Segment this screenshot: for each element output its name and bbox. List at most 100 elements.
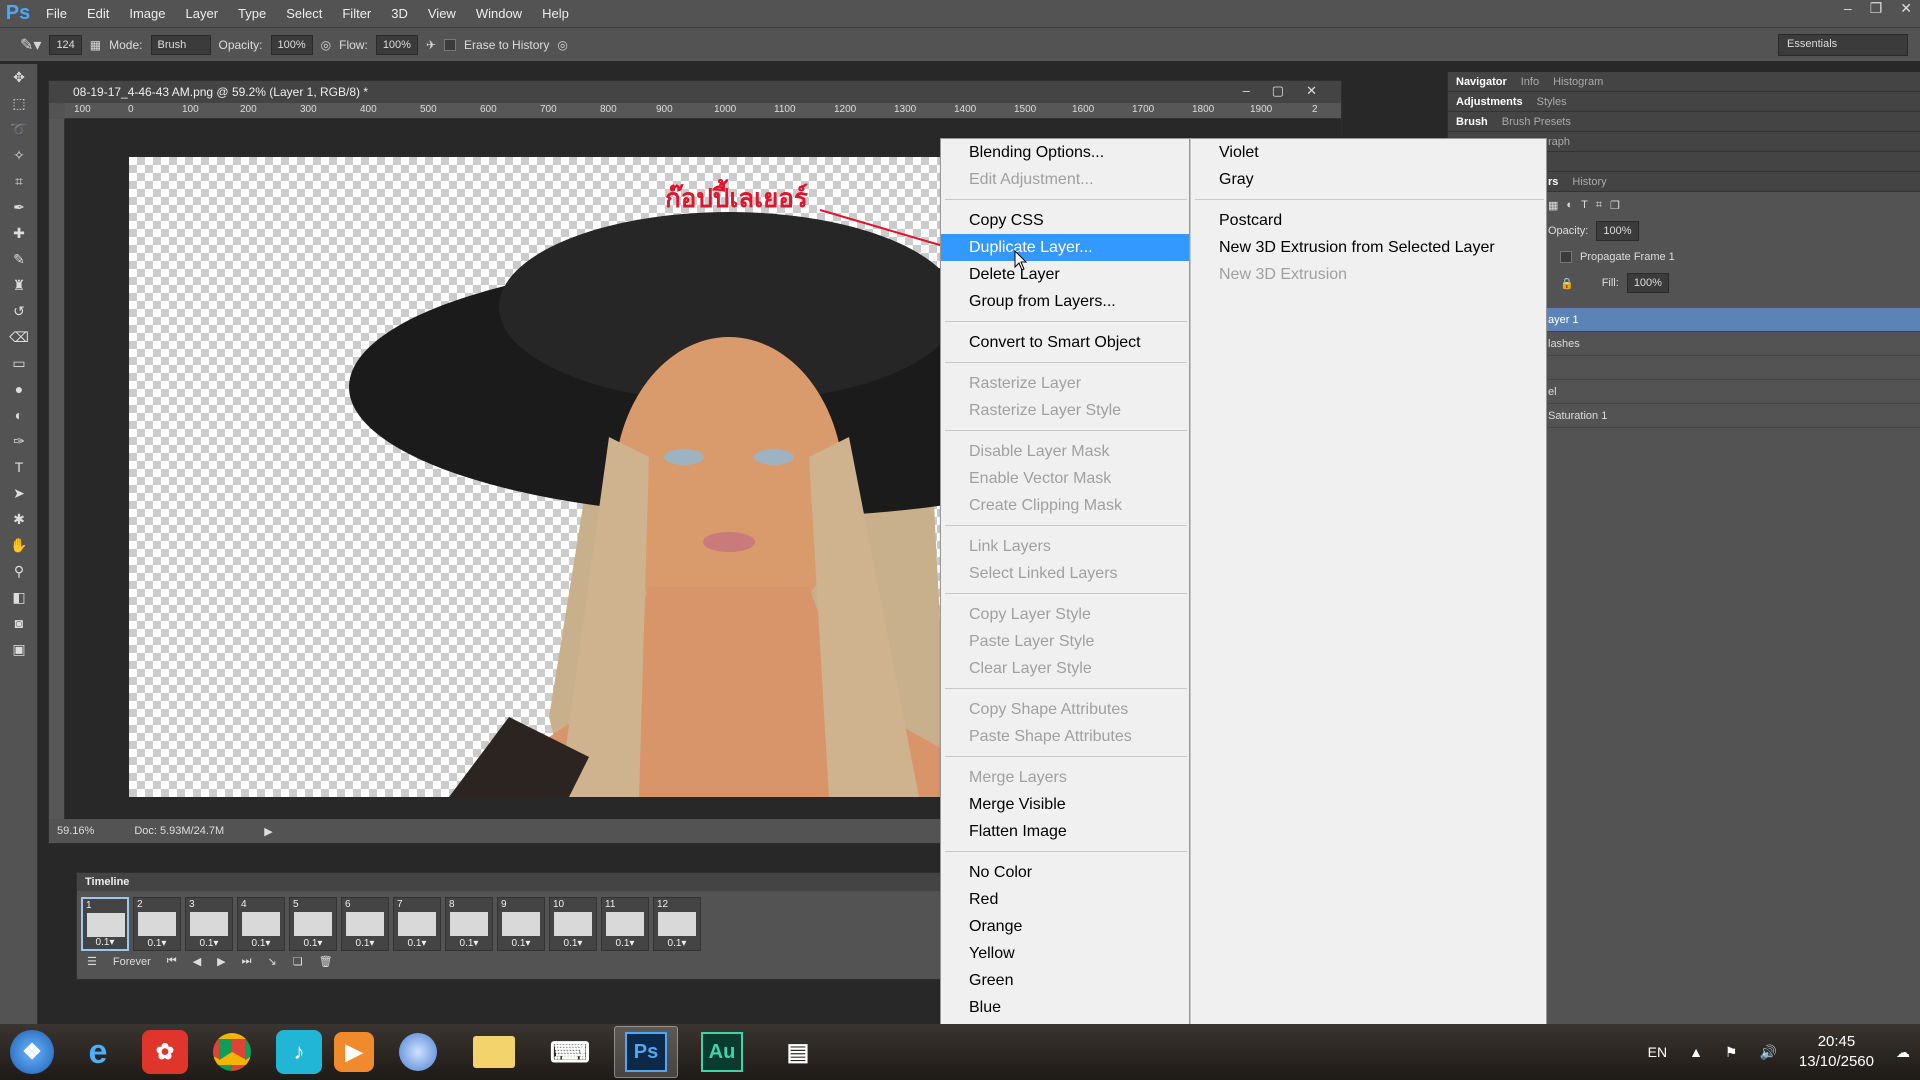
action-center-icon[interactable]: ⚑: [1725, 1044, 1738, 1061]
shape-tool-icon[interactable]: ✱: [0, 506, 38, 532]
timeline-frame[interactable]: 12 0.1▾: [653, 897, 701, 951]
timeline-frame[interactable]: 8 0.1▾: [445, 897, 493, 951]
menu-3d[interactable]: 3D: [381, 6, 418, 21]
timeline-frame[interactable]: 4 0.1▾: [237, 897, 285, 951]
browser-icon[interactable]: [386, 1026, 450, 1078]
menu-delete-layer[interactable]: Delete Layer: [941, 261, 1189, 288]
doc-size[interactable]: Doc: 5.93M/24.7M: [134, 825, 224, 837]
audition-taskbar-icon[interactable]: Au: [690, 1026, 754, 1078]
tween-icon[interactable]: ↘: [268, 955, 277, 968]
stamp-tool-icon[interactable]: ♜: [0, 272, 38, 298]
tray-expand-icon[interactable]: ▲: [1689, 1044, 1703, 1060]
frame-duration[interactable]: 0.1▾: [498, 938, 544, 949]
gradient-tool-icon[interactable]: ▭: [0, 350, 38, 376]
menu-new-3d-extrusion[interactable]: New 3D Extrusion: [1191, 261, 1546, 288]
menu-rasterize-layer-style[interactable]: Rasterize Layer Style: [941, 397, 1189, 424]
tab-history[interactable]: History: [1572, 176, 1606, 188]
menu-color-none[interactable]: No Color: [941, 859, 1189, 886]
frame-duration[interactable]: 0.1▾: [186, 938, 232, 949]
frame-duration[interactable]: 0.1▾: [654, 938, 700, 949]
color-swatches-icon[interactable]: ◧: [0, 584, 38, 610]
menu-image[interactable]: Image: [119, 6, 175, 21]
tab-styles[interactable]: Styles: [1537, 96, 1567, 108]
game-app-icon[interactable]: ▤: [766, 1026, 830, 1078]
airbrush-icon[interactable]: ✈: [426, 38, 436, 52]
first-frame-icon[interactable]: ⏮: [167, 955, 177, 968]
keyboard-app-icon[interactable]: ⌨: [538, 1026, 602, 1078]
filter-smart-icon[interactable]: ❐: [1610, 199, 1620, 212]
menu-select-linked-layers[interactable]: Select Linked Layers: [941, 560, 1189, 587]
crop-tool-icon[interactable]: ⌗: [0, 168, 38, 194]
restore-icon[interactable]: ❐: [1870, 0, 1883, 20]
tab-info[interactable]: Info: [1521, 76, 1539, 88]
menu-color-blue[interactable]: Blue: [941, 994, 1189, 1021]
menu-merge-visible[interactable]: Merge Visible: [941, 791, 1189, 818]
timeline-frame[interactable]: 10 0.1▾: [549, 897, 597, 951]
tab-brush[interactable]: Brush: [1456, 116, 1488, 128]
loop-select[interactable]: Forever: [113, 956, 151, 968]
opacity-field[interactable]: 100%: [270, 34, 313, 55]
menu-edit-adjustment[interactable]: Edit Adjustment...: [941, 166, 1189, 193]
screen-mode-icon[interactable]: ▣: [0, 636, 38, 662]
menu-color-yellow[interactable]: Yellow: [941, 940, 1189, 967]
doc-maximize-icon[interactable]: ▢: [1272, 83, 1284, 99]
eraser-tool-icon[interactable]: ⌫: [0, 324, 38, 350]
menu-file[interactable]: File: [36, 6, 77, 21]
timeline-frame[interactable]: 6 0.1▾: [341, 897, 389, 951]
move-tool-icon[interactable]: ✥: [0, 64, 38, 90]
menu-rasterize-layer[interactable]: Rasterize Layer: [941, 370, 1189, 397]
fill-field[interactable]: 100%: [1626, 273, 1669, 293]
frame-duration[interactable]: 0.1▾: [446, 938, 492, 949]
menu-link-layers[interactable]: Link Layers: [941, 533, 1189, 560]
timeline-frame[interactable]: 5 0.1▾: [289, 897, 337, 951]
eyedropper-tool-icon[interactable]: ✒: [0, 194, 38, 220]
tab-navigator[interactable]: Navigator: [1456, 76, 1507, 88]
delete-frame-icon[interactable]: 🗑: [319, 955, 333, 968]
layer-opacity-field[interactable]: 100%: [1596, 221, 1639, 241]
pen-tool-icon[interactable]: ✑: [0, 428, 38, 454]
frame-duration[interactable]: 0.1▾: [134, 938, 180, 949]
menu-enable-vector-mask[interactable]: Enable Vector Mask: [941, 465, 1189, 492]
zoom-tool-icon[interactable]: ⚲: [0, 558, 38, 584]
media-player-icon[interactable]: ▶: [334, 1032, 374, 1072]
pressure-size-icon[interactable]: ◎: [557, 38, 567, 52]
tab-paragraph[interactable]: raph: [1548, 136, 1570, 148]
healing-tool-icon[interactable]: ✚: [0, 220, 38, 246]
menu-layer[interactable]: Layer: [176, 6, 229, 21]
minimize-icon[interactable]: –: [1844, 0, 1852, 20]
dodge-tool-icon[interactable]: ◐: [0, 402, 38, 428]
tab-adjustments[interactable]: Adjustments: [1456, 96, 1523, 108]
frame-duration[interactable]: 0.1▾: [550, 938, 596, 949]
path-select-tool-icon[interactable]: ➤: [0, 480, 38, 506]
menu-select[interactable]: Select: [276, 6, 332, 21]
brush-panel-icon[interactable]: ▦: [90, 38, 101, 52]
frame-duration[interactable]: 0.1▾: [83, 937, 127, 948]
menu-paste-shape-attributes[interactable]: Paste Shape Attributes: [941, 723, 1189, 750]
timeline-frame[interactable]: 1 0.1▾: [81, 897, 129, 951]
filter-shape-icon[interactable]: ⌗: [1596, 199, 1602, 212]
doc-close-icon[interactable]: ✕: [1306, 83, 1317, 99]
frame-duration[interactable]: 0.1▾: [394, 938, 440, 949]
pressure-opacity-icon[interactable]: ◎: [321, 38, 331, 52]
photoshop-taskbar-icon[interactable]: Ps: [614, 1026, 678, 1078]
lasso-tool-icon[interactable]: ➰: [0, 116, 38, 142]
menu-view[interactable]: View: [418, 6, 466, 21]
internet-explorer-icon[interactable]: e: [66, 1026, 130, 1078]
workspace-select[interactable]: Essentials: [1778, 34, 1908, 56]
weather-icon[interactable]: ☁: [1896, 1044, 1910, 1061]
quick-mask-icon[interactable]: ◙: [0, 610, 38, 636]
music-app-icon[interactable]: ♪: [276, 1030, 322, 1074]
lock-icon[interactable]: 🔒: [1560, 277, 1574, 290]
menu-help[interactable]: Help: [532, 6, 579, 21]
prev-frame-icon[interactable]: ◀: [193, 955, 201, 968]
marquee-tool-icon[interactable]: ⬚: [0, 90, 38, 116]
frame-duration[interactable]: 0.1▾: [290, 938, 336, 949]
eraser-tool-icon[interactable]: ✎▾: [20, 35, 41, 55]
blur-tool-icon[interactable]: ●: [0, 376, 38, 402]
type-tool-icon[interactable]: T: [0, 454, 38, 480]
menu-copy-css[interactable]: Copy CSS: [941, 207, 1189, 234]
tab-histogram[interactable]: Histogram: [1553, 76, 1603, 88]
menu-color-green[interactable]: Green: [941, 967, 1189, 994]
timeline-frame[interactable]: 11 0.1▾: [601, 897, 649, 951]
volume-icon[interactable]: 🔊: [1759, 1044, 1776, 1061]
